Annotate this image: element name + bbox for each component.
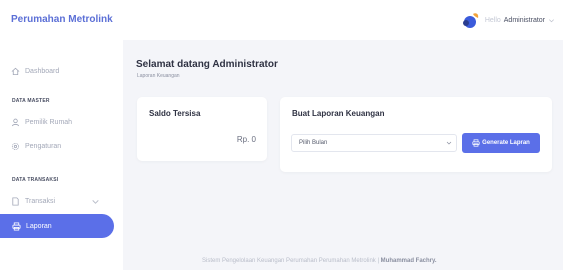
laporan-title: Buat Laporan Keuangan: [292, 109, 385, 118]
topbar: Hello Administrator: [123, 0, 563, 40]
saldo-card: Saldo Tersisa Rp. 0: [137, 97, 267, 161]
generate-report-button[interactable]: Generate Lapran: [462, 133, 540, 153]
printer-icon: [472, 139, 480, 147]
sidebar-item-label: Pemilik Rumah: [25, 118, 73, 126]
section-title-transaksi: DATA TRANSAKSI: [12, 177, 59, 183]
document-icon: [10, 196, 20, 206]
chevron-down-icon: [446, 141, 452, 145]
chevron-down-icon: [92, 200, 99, 204]
sidebar-item-label: Transaksi: [25, 197, 56, 205]
chevron-down-icon: [549, 18, 554, 22]
footer-text: Sistem Pengelolaan Keuangan Perumahan Pe…: [202, 258, 379, 264]
home-icon: [10, 66, 20, 76]
printer-icon: [12, 221, 21, 231]
brand-logo[interactable]: Perumahan Metrolink: [11, 14, 113, 25]
laporan-card: Buat Laporan Keuangan Pilih Bulan Genera…: [280, 97, 552, 172]
sidebar-item-label: Pengaturan: [25, 142, 62, 150]
sidebar: Perumahan Metrolink Dashboard DATA MASTE…: [0, 0, 123, 270]
footer: Sistem Pengelolaan Keuangan Perumahan Pe…: [202, 258, 437, 264]
user-name: Administrator: [503, 16, 545, 24]
sidebar-item-pemilik-rumah[interactable]: Pemilik Rumah: [10, 115, 72, 129]
generate-report-label: Generate Lapran: [482, 140, 530, 146]
avatar: [462, 13, 479, 28]
user-greeting: Hello: [484, 16, 501, 24]
sidebar-item-pengaturan[interactable]: Pengaturan: [10, 139, 61, 153]
footer-author: Muhammad Fachry.: [380, 258, 437, 264]
section-title-master: DATA MASTER: [12, 98, 50, 104]
month-select-value: Pilih Bulan: [299, 140, 328, 146]
user-menu[interactable]: Hello Administrator: [461, 10, 555, 30]
sidebar-item-dashboard[interactable]: Dashboard: [10, 64, 59, 78]
sidebar-item-label: Dashboard: [25, 67, 60, 75]
sidebar-item-laporan[interactable]: Laporan: [0, 214, 114, 238]
page-title: Selamat datang Administrator: [136, 59, 278, 70]
breadcrumb: Laporan Keuangan: [137, 73, 180, 79]
sidebar-item-label: Laporan: [26, 222, 52, 230]
user-icon: [10, 117, 20, 127]
saldo-value: Rp. 0: [236, 135, 256, 144]
month-select[interactable]: Pilih Bulan: [291, 134, 457, 152]
saldo-title: Saldo Tersisa: [149, 109, 201, 118]
gear-icon: [10, 141, 20, 151]
sidebar-item-transaksi[interactable]: Transaksi: [10, 194, 114, 208]
